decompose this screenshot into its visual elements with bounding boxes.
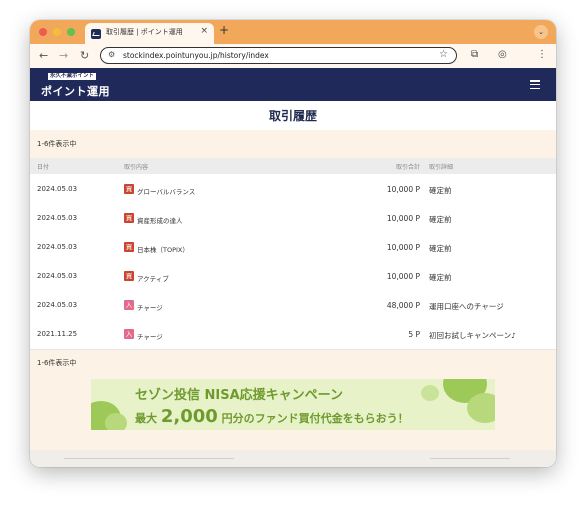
table-header: 日付 取引内容 取引合計 取引詳細 — [30, 158, 556, 174]
bookmark-star-icon[interactable]: ☆ — [439, 49, 448, 60]
result-count-bar-bottom: 1-6件表示中 セゾン投信 NISA応援キャンペーン 最大 2,000 円分のフ… — [30, 350, 556, 450]
row-date: 2024.05.03 — [37, 243, 78, 251]
row-date: 2024.05.03 — [37, 214, 78, 222]
row-amount: 5 P — [408, 330, 420, 339]
banner-prefix: 最大 — [135, 412, 157, 425]
row-content: グローバルバランス — [137, 188, 196, 196]
row-detail: 運用口座へのチャージ — [429, 302, 504, 311]
banner-amount: 2,000 — [160, 406, 218, 427]
result-count: 1-6件表示中 — [37, 359, 77, 367]
row-date: 2024.05.03 — [37, 301, 78, 309]
header-content: 取引内容 — [124, 164, 149, 171]
row-content: 日本株（TOPIX） — [137, 246, 189, 254]
profile-icon[interactable]: ◎ — [498, 49, 507, 60]
browser-window: 取引履歴 | ポイント運用 × + ⌄ ← → ↻ ⚙ stockindex.p… — [30, 20, 556, 467]
table-row: 2024.05.03 買 アクティブ 10,000 P 確定前 — [30, 262, 556, 292]
tab-close-icon[interactable]: × — [200, 26, 208, 36]
browser-tab[interactable]: 取引履歴 | ポイント運用 × — [85, 23, 214, 44]
table-row: 2024.05.03 買 日本株（TOPIX） 10,000 P 確定前 — [30, 233, 556, 263]
forward-button[interactable]: → — [59, 49, 68, 62]
row-date: 2024.05.03 — [37, 185, 78, 193]
new-tab-button[interactable]: + — [219, 23, 229, 37]
back-button[interactable]: ← — [39, 49, 48, 62]
leaf-decoration-icon — [467, 393, 495, 423]
tab-search-button[interactable]: ⌄ — [534, 25, 548, 39]
row-detail: 確定前 — [429, 273, 452, 282]
site-header: 永久不滅ポイント ポイント運用 — [30, 68, 556, 101]
result-count: 1-6件表示中 — [37, 140, 77, 148]
table-row: 2021.11.25 入 チャージ 5 P 初回お試しキャンペーン♪ — [30, 320, 556, 350]
leaf-decoration-icon — [421, 385, 439, 401]
hamburger-menu-icon[interactable] — [530, 80, 540, 92]
buy-badge: 買 — [124, 271, 134, 281]
tab-strip: 取引履歴 | ポイント運用 × + ⌄ — [30, 20, 556, 44]
reload-button[interactable]: ↻ — [80, 49, 89, 62]
address-bar[interactable]: ⚙ stockindex.pointunyou.jp/history/index… — [100, 47, 457, 64]
buy-badge: 買 — [124, 242, 134, 252]
nisa-campaign-banner[interactable]: セゾン投信 NISA応援キャンペーン 最大 2,000 円分のファンド買付代金を… — [91, 379, 495, 430]
row-amount: 10,000 P — [386, 243, 420, 252]
banner-headline: セゾン投信 NISA応援キャンペーン — [135, 388, 344, 403]
row-amount: 10,000 P — [386, 185, 420, 194]
row-detail: 確定前 — [429, 215, 452, 224]
header-amount: 取引合計 — [395, 164, 420, 171]
leaf-decoration-icon — [105, 413, 127, 430]
maximize-window-button[interactable] — [67, 28, 75, 36]
header-date: 日付 — [37, 164, 50, 171]
banner-suffix: 円分のファンド買付代金をもらおう！ — [221, 412, 409, 425]
row-amount: 48,000 P — [386, 301, 420, 310]
extensions-icon[interactable]: ⧉ — [471, 49, 478, 60]
banner-subline: 最大 2,000 円分のファンド買付代金をもらおう！ — [135, 406, 409, 427]
url-text[interactable]: stockindex.pointunyou.jp/history/index — [123, 51, 269, 60]
footer-link-placeholder — [64, 458, 234, 459]
table-row: 2024.05.03 買 グローバルバランス 10,000 P 確定前 — [30, 175, 556, 205]
page-title: 取引履歴 — [268, 109, 317, 123]
table-row: 2024.05.03 買 資産形成の達人 10,000 P 確定前 — [30, 204, 556, 234]
tab-title: 取引履歴 | ポイント運用 — [106, 28, 183, 36]
deposit-badge: 入 — [124, 329, 134, 339]
row-detail: 確定前 — [429, 186, 452, 195]
site-footer — [30, 450, 556, 467]
row-content: チャージ — [137, 333, 163, 341]
row-content: アクティブ — [137, 275, 169, 283]
site-logo[interactable]: ポイント運用 — [41, 83, 110, 99]
logo-tagline: 永久不滅ポイント — [48, 73, 97, 80]
footer-link-placeholder — [430, 458, 510, 459]
row-content: 資産形成の達人 — [137, 217, 183, 225]
minimize-window-button[interactable] — [53, 28, 61, 36]
table-row: 2024.05.03 入 チャージ 48,000 P 運用口座へのチャージ — [30, 291, 556, 321]
site-favicon-icon — [91, 29, 101, 39]
deposit-badge: 入 — [124, 300, 134, 310]
buy-badge: 買 — [124, 184, 134, 194]
row-date: 2024.05.03 — [37, 272, 78, 280]
site-settings-icon[interactable]: ⚙ — [108, 50, 115, 59]
row-amount: 10,000 P — [386, 214, 420, 223]
buy-badge: 買 — [124, 213, 134, 223]
row-detail: 確定前 — [429, 244, 452, 253]
close-window-button[interactable] — [39, 28, 47, 36]
header-detail: 取引詳細 — [429, 164, 454, 171]
browser-toolbar: ← → ↻ ⚙ stockindex.pointunyou.jp/history… — [30, 44, 556, 69]
row-amount: 10,000 P — [386, 272, 420, 281]
browser-menu-icon[interactable]: ⋮ — [537, 49, 547, 60]
result-count-bar: 1-6件表示中 — [30, 130, 556, 158]
row-date: 2021.11.25 — [37, 330, 78, 338]
row-content: チャージ — [137, 304, 163, 312]
row-detail: 初回お試しキャンペーン♪ — [429, 331, 516, 340]
